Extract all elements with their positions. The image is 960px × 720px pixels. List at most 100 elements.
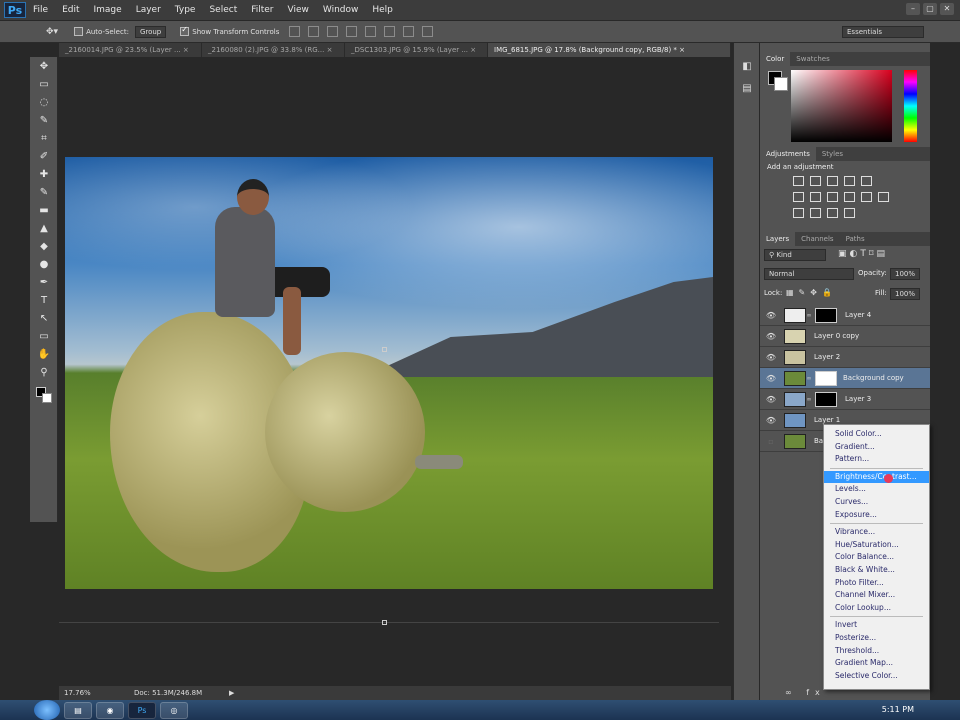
lock-icons[interactable]: ▦✎✥🔒 — [786, 288, 837, 297]
blur-tool-icon[interactable]: ▲ — [34, 221, 54, 237]
tab-close-icon[interactable]: × — [183, 46, 189, 54]
tab-close-icon[interactable]: × — [679, 46, 685, 54]
menu-layer[interactable]: Layer — [129, 5, 168, 15]
lasso-tool-icon[interactable]: ◌ — [34, 95, 54, 111]
hue-saturation-icon[interactable] — [793, 192, 804, 202]
quick-select-tool-icon[interactable]: ✎ — [34, 113, 54, 129]
selective-color-icon[interactable] — [844, 208, 855, 218]
tab-document-active[interactable]: IMG_6815.JPG @ 17.8% (Background copy, R… — [488, 43, 731, 57]
menu-view[interactable]: View — [281, 5, 316, 15]
shape-tool-icon[interactable]: ▭ — [34, 329, 54, 345]
zoom-level[interactable]: 17.76% — [64, 689, 134, 697]
show-transform-checkbox[interactable] — [180, 25, 190, 36]
vibrance-icon[interactable] — [861, 176, 872, 186]
menu-item-color-balance[interactable]: Color Balance... — [824, 551, 929, 564]
align-bottom-icon[interactable] — [327, 26, 339, 37]
eyedropper-tool-icon[interactable]: ✐ — [34, 149, 54, 165]
eye-icon[interactable]: 👁 — [764, 416, 778, 425]
taskbar-explorer-icon[interactable]: ▤ — [64, 701, 92, 719]
tab-document-2[interactable]: _2160080 (2).JPG @ 33.8% (RG... × — [202, 43, 345, 57]
align-left-icon[interactable] — [346, 26, 358, 37]
menu-item-black-white[interactable]: Black & White... — [824, 564, 929, 577]
menu-type[interactable]: Type — [168, 5, 203, 15]
menu-item-pattern[interactable]: Pattern... — [824, 453, 929, 466]
menu-item-gradient[interactable]: Gradient... — [824, 441, 929, 454]
posterize-icon[interactable] — [810, 208, 821, 218]
align-hcenter-icon[interactable] — [365, 26, 377, 37]
brush-tool-icon[interactable]: ✎ — [34, 185, 54, 201]
eye-icon[interactable]: 👁 — [764, 332, 778, 341]
color-picker-field[interactable] — [791, 70, 892, 142]
tab-styles[interactable]: Styles — [816, 147, 849, 161]
layer-row[interactable]: 👁 ∞ Layer 3 — [760, 389, 930, 410]
distribute-icon-2[interactable] — [422, 26, 434, 37]
background-color-swatch[interactable] — [42, 393, 52, 403]
dodge-tool-icon[interactable]: ◆ — [34, 239, 54, 255]
tab-layers[interactable]: Layers — [760, 232, 796, 246]
menu-item-hue-saturation[interactable]: Hue/Saturation... — [824, 539, 929, 552]
menu-item-selective-color[interactable]: Selective Color... — [824, 670, 929, 683]
menu-item-color-lookup[interactable]: Color Lookup... — [824, 602, 929, 615]
threshold-icon[interactable] — [827, 208, 838, 218]
exposure-icon[interactable] — [844, 176, 855, 186]
opacity-input[interactable]: 100% — [890, 268, 920, 280]
menu-filter[interactable]: Filter — [244, 5, 280, 15]
crop-tool-icon[interactable]: ⌗ — [34, 131, 54, 147]
healing-tool-icon[interactable]: ✚ — [34, 167, 54, 183]
menu-item-posterize[interactable]: Posterize... — [824, 632, 929, 645]
blend-mode-dropdown[interactable]: Normal — [764, 268, 854, 280]
eye-icon[interactable]: 👁 — [764, 374, 778, 383]
auto-select-checkbox[interactable] — [74, 27, 84, 36]
layer-filter-icons[interactable]: ▣◐T⌑▤ — [838, 249, 888, 259]
eye-icon[interactable]: 👁 — [764, 311, 778, 320]
menu-item-invert[interactable]: Invert — [824, 619, 929, 632]
path-select-tool-icon[interactable]: ↖ — [34, 311, 54, 327]
type-tool-icon[interactable]: T — [34, 293, 54, 309]
tab-color[interactable]: Color — [760, 52, 791, 66]
color-lookup-icon[interactable] — [878, 192, 889, 202]
properties-panel-icon[interactable]: ▤ — [739, 83, 755, 97]
menu-item-gradient-map[interactable]: Gradient Map... — [824, 657, 929, 670]
maximize-button[interactable]: ▢ — [923, 3, 937, 15]
layer-row[interactable]: 👁 ∞ Layer 4 — [760, 305, 930, 326]
tab-paths[interactable]: Paths — [840, 232, 871, 246]
menu-item-exposure[interactable]: Exposure... — [824, 509, 929, 522]
align-right-icon[interactable] — [384, 26, 396, 37]
status-arrow-icon[interactable]: ▶ — [229, 689, 234, 697]
menu-item-curves[interactable]: Curves... — [824, 496, 929, 509]
tab-swatches[interactable]: Swatches — [790, 52, 835, 66]
menu-help[interactable]: Help — [365, 5, 400, 15]
layer-row[interactable]: 👁 ∞ Background copy — [760, 368, 930, 389]
tab-close-icon[interactable]: × — [327, 46, 333, 54]
menu-item-channel-mixer[interactable]: Channel Mixer... — [824, 589, 929, 602]
menu-item-photo-filter[interactable]: Photo Filter... — [824, 577, 929, 590]
start-button[interactable] — [34, 700, 60, 720]
menu-file[interactable]: File — [26, 5, 55, 15]
history-panel-icon[interactable]: ◧ — [739, 61, 755, 75]
eye-icon[interactable]: 👁 — [764, 395, 778, 404]
pen-tool-icon[interactable]: ✒ — [34, 275, 54, 291]
curves-icon[interactable] — [827, 176, 838, 186]
menu-item-vibrance[interactable]: Vibrance... — [824, 526, 929, 539]
eraser-tool-icon[interactable]: ▬ — [34, 203, 54, 219]
align-vcenter-icon[interactable] — [308, 26, 320, 37]
layers-footer-icons[interactable]: ∞ fx — [785, 688, 826, 697]
marquee-tool-icon[interactable]: ▭ — [34, 77, 54, 93]
zoom-tool-icon[interactable]: ⚲ — [34, 365, 54, 381]
minimize-button[interactable]: – — [906, 3, 920, 15]
eye-icon[interactable]: 👁 — [764, 353, 778, 362]
tab-close-icon[interactable]: × — [470, 46, 476, 54]
document-canvas[interactable] — [65, 157, 713, 589]
menu-image[interactable]: Image — [87, 5, 129, 15]
eye-icon[interactable]: ▫ — [764, 437, 778, 446]
layer-row[interactable]: 👁 Layer 2 — [760, 347, 930, 368]
background-color-swatch[interactable] — [774, 77, 788, 91]
align-top-icon[interactable] — [289, 26, 301, 37]
menu-item-threshold[interactable]: Threshold... — [824, 645, 929, 658]
taskbar-chrome-icon[interactable]: ◉ — [96, 701, 124, 719]
sponge-tool-icon[interactable]: ● — [34, 257, 54, 273]
workspace-dropdown[interactable]: Essentials — [842, 25, 924, 38]
close-button[interactable]: ✕ — [940, 3, 954, 15]
black-white-icon[interactable] — [827, 192, 838, 202]
brightness-icon[interactable] — [793, 176, 804, 186]
